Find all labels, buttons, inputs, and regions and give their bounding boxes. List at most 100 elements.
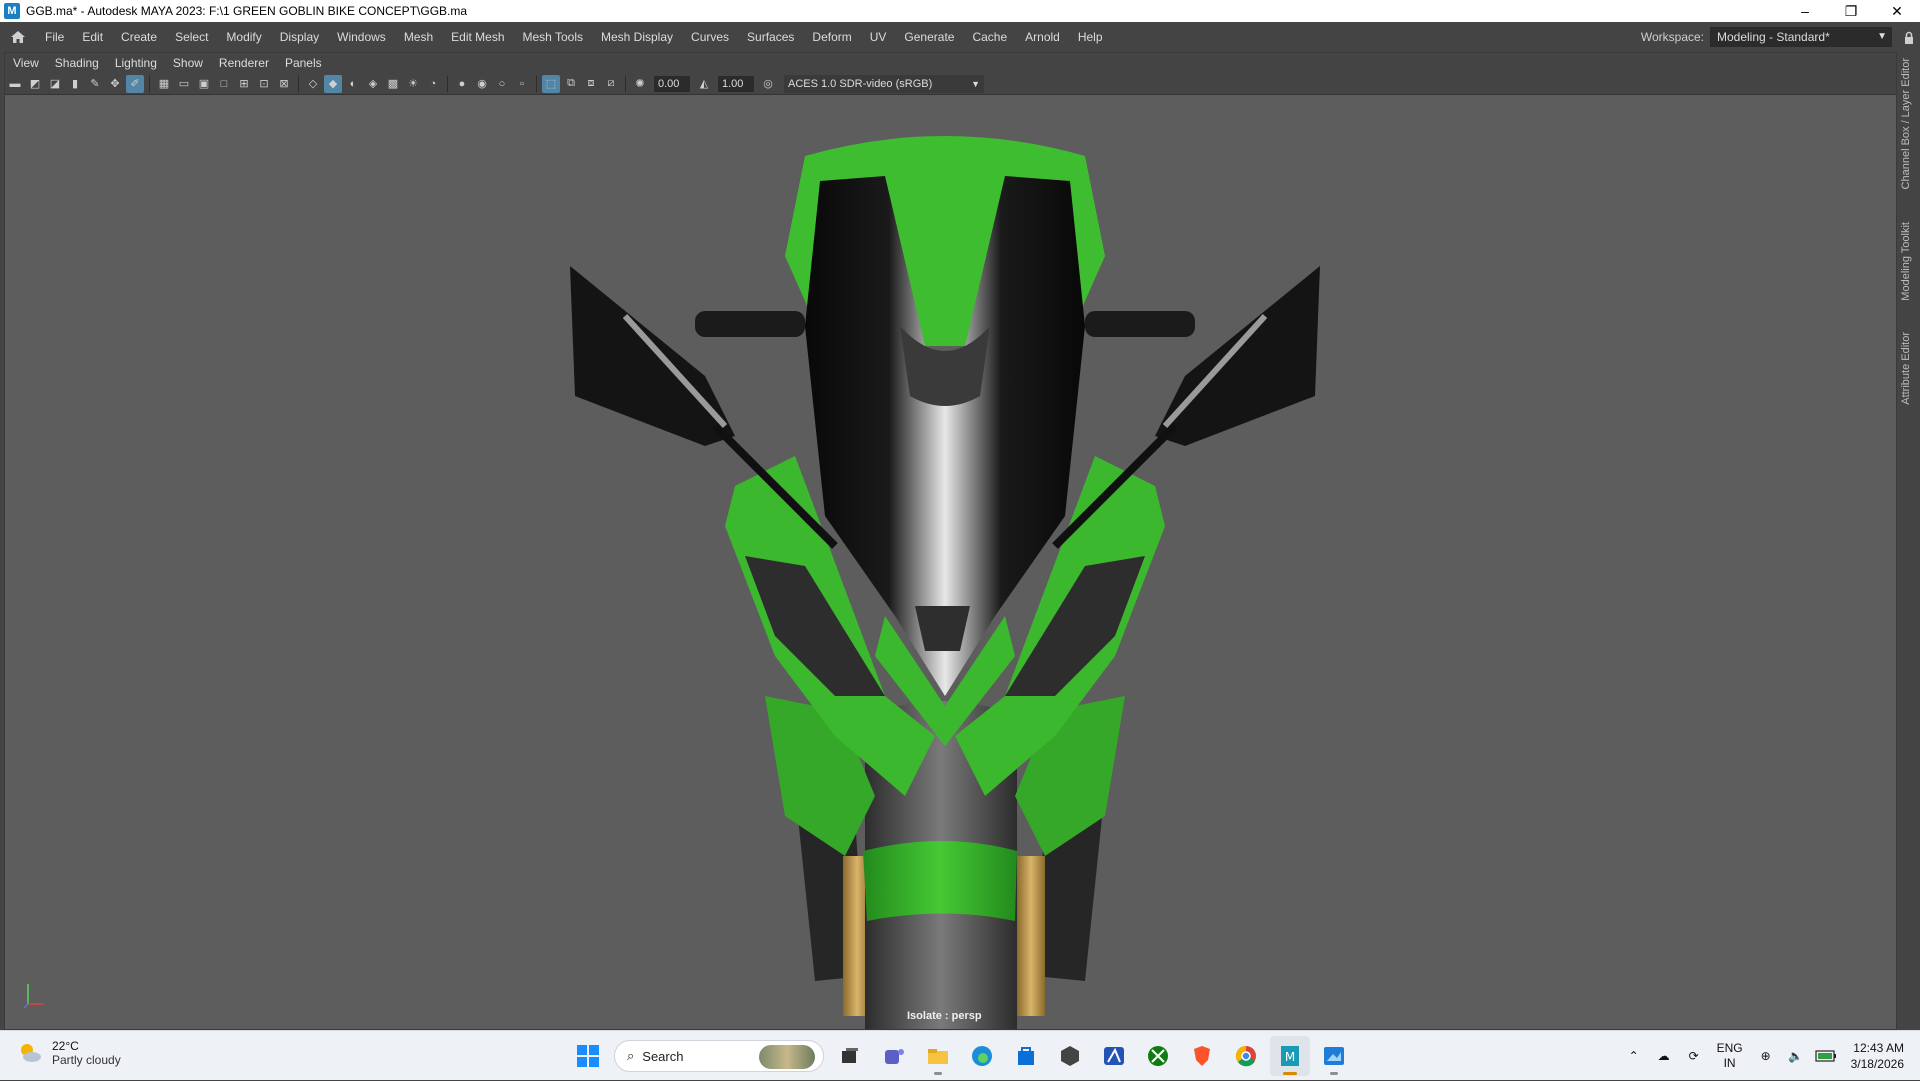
maya-taskbar-icon[interactable]: M [1270,1036,1310,1076]
isolate-select-icon[interactable]: ⬚ [542,74,560,93]
weather-temp: 22°C [52,1039,79,1053]
menu-file[interactable]: File [36,22,73,52]
home-icon[interactable] [8,28,28,46]
menu-help[interactable]: Help [1069,22,1112,52]
image-plane-icon[interactable]: ▮ [66,75,84,93]
taskbar-search[interactable]: ⌕ Search [614,1040,824,1072]
exposure-field[interactable]: 0.00 [654,75,690,92]
menu-curves[interactable]: Curves [682,22,738,52]
weather-widget[interactable]: 22°C Partly cloudy [16,1039,121,1067]
view-transform-dropdown[interactable]: ACES 1.0 SDR-video (sRGB) ▼ [784,74,984,93]
chevron-up-icon[interactable]: ⌃ [1621,1043,1647,1069]
menu-surfaces[interactable]: Surfaces [738,22,803,52]
microsoft-store-icon[interactable] [1006,1036,1046,1076]
safe-action-icon[interactable]: ⊡ [255,75,273,93]
color-management-icon[interactable]: ◎ [759,75,777,93]
panel-menu-show[interactable]: Show [165,56,211,70]
motion-blur-icon[interactable]: ◉ [473,75,491,93]
lock-icon[interactable] [1898,31,1920,44]
language-indicator[interactable]: ENG IN [1717,1041,1743,1071]
panel-menu-shading[interactable]: Shading [47,56,107,70]
affinity-icon[interactable] [1094,1036,1134,1076]
depth-of-field-icon[interactable]: ▫ [513,75,531,93]
menu-create[interactable]: Create [112,22,166,52]
panel-menu-panels[interactable]: Panels [277,56,330,70]
motorcycle-model [570,136,1320,1029]
tab-channel-box[interactable]: Channel Box / Layer Editor [1900,58,1912,189]
menu-windows[interactable]: Windows [328,22,395,52]
camera-attributes-icon[interactable]: ◩ [26,75,44,93]
region-code: IN [1723,1056,1736,1070]
restore-button[interactable]: ❐ [1828,0,1874,22]
film-gate-icon[interactable]: ▭ [175,75,193,93]
draw-icon[interactable]: ✐ [126,74,144,93]
bookmark-icon[interactable]: ◪ [46,75,64,93]
panel-menu-renderer[interactable]: Renderer [211,56,277,70]
gate-mask-icon[interactable]: □ [215,75,233,93]
edge-icon[interactable] [962,1036,1002,1076]
camera-select-icon[interactable]: ▬ [6,75,24,93]
photos-icon[interactable] [1314,1036,1354,1076]
xray-joints-icon[interactable]: ⧄ [602,75,620,93]
menu-cache[interactable]: Cache [963,22,1016,52]
menu-display[interactable]: Display [271,22,328,52]
network-icon[interactable]: ⊕ [1753,1043,1779,1069]
unity-icon[interactable] [1050,1036,1090,1076]
menu-arnold[interactable]: Arnold [1016,22,1069,52]
3d-viewport[interactable] [5,96,1896,1029]
tab-modeling-toolkit[interactable]: Modeling Toolkit [1900,222,1912,301]
exposure-icon[interactable]: ✺ [631,75,649,93]
smooth-shade-icon[interactable]: ◆ [324,74,342,93]
xbox-icon[interactable] [1138,1036,1178,1076]
grid-icon[interactable]: ▦ [155,75,173,93]
menu-generate[interactable]: Generate [895,22,963,52]
xray-icon[interactable]: ⧉ [562,75,580,93]
maya-app-icon[interactable]: M [4,3,20,19]
menu-edit[interactable]: Edit [73,22,112,52]
taskbar-apps: ⌕ Search M [566,1036,1356,1076]
sync-icon[interactable]: ⟳ [1681,1043,1707,1069]
battery-icon[interactable] [1813,1043,1839,1069]
gamma-field[interactable]: 1.00 [718,75,754,92]
menu-mesh[interactable]: Mesh [395,22,442,52]
safe-title-icon[interactable]: ⊠ [275,75,293,93]
use-all-lights-icon[interactable]: ☀ [404,75,422,93]
screen-space-ao-icon[interactable]: ● [453,75,471,93]
menu-uv[interactable]: UV [861,22,896,52]
textured-icon[interactable]: ▩ [384,75,402,93]
menu-modify[interactable]: Modify [217,22,270,52]
default-material-icon[interactable]: ◐ [344,75,362,93]
file-explorer-icon[interactable] [918,1036,958,1076]
volume-icon[interactable]: 🔈 [1783,1043,1809,1069]
menu-select[interactable]: Select [166,22,217,52]
workspace-dropdown[interactable]: Modeling - Standard* ▼ [1710,27,1892,47]
teams-icon[interactable] [874,1036,914,1076]
shadows-icon[interactable]: ◔ [424,75,442,93]
menu-edit-mesh[interactable]: Edit Mesh [442,22,513,52]
minimize-button[interactable]: – [1782,0,1828,22]
close-button[interactable]: ✕ [1874,0,1920,22]
menu-mesh-display[interactable]: Mesh Display [592,22,682,52]
tab-attribute-editor[interactable]: Attribute Editor [1900,332,1912,405]
menu-mesh-tools[interactable]: Mesh Tools [514,22,592,52]
resolution-gate-icon[interactable]: ▣ [195,75,213,93]
2d-pan-zoom-icon[interactable]: ✥ [106,75,124,93]
wireframe-on-shaded-icon[interactable]: ◈ [364,75,382,93]
chrome-icon[interactable] [1226,1036,1266,1076]
clock[interactable]: 12:43 AM 3/18/2026 [1851,1040,1904,1072]
field-chart-icon[interactable]: ⊞ [235,75,253,93]
view-axis-icon [22,980,48,1015]
running-indicator [1330,1072,1338,1075]
windows-start-icon[interactable] [568,1036,608,1076]
brave-icon[interactable] [1182,1036,1222,1076]
menu-deform[interactable]: Deform [803,22,860,52]
cloud-offline-icon[interactable]: ☁ [1651,1043,1677,1069]
xray-active-icon[interactable]: ⧈ [582,75,600,93]
panel-menu-view[interactable]: View [5,56,47,70]
panel-menu-lighting[interactable]: Lighting [107,56,165,70]
gamma-icon[interactable]: ◭ [695,75,713,93]
anti-aliasing-icon[interactable]: ○ [493,75,511,93]
grease-pencil-icon[interactable]: ✎ [86,75,104,93]
wireframe-icon[interactable]: ◇ [304,75,322,93]
task-view-icon[interactable] [830,1036,870,1076]
